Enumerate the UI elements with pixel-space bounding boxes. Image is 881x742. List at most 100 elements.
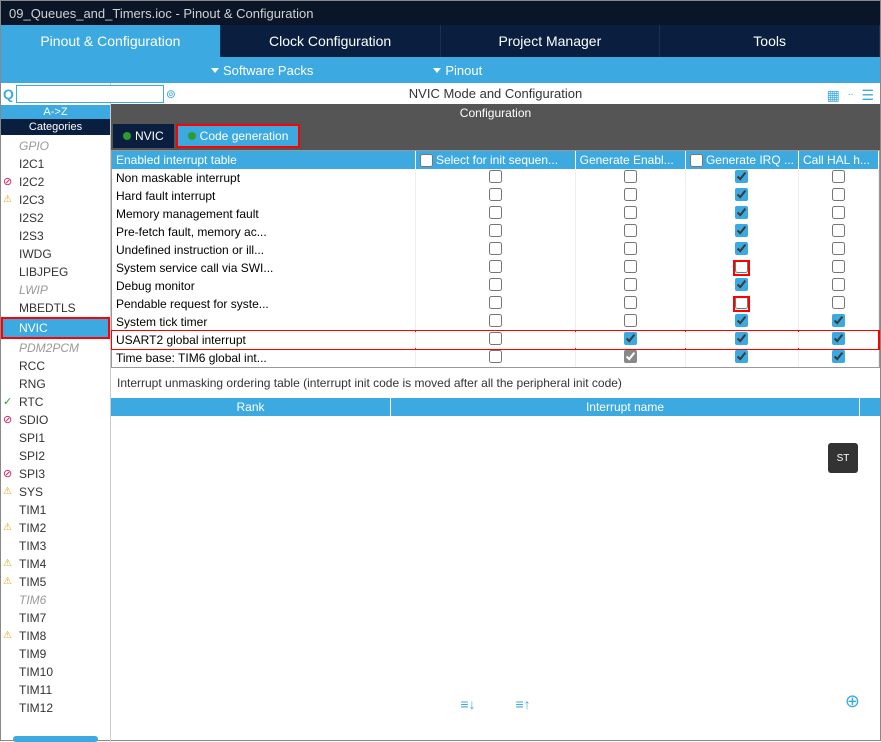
checkbox-cell[interactable] [575, 205, 685, 223]
periph-item-pdm2pcm[interactable]: PDM2PCM [1, 339, 110, 357]
checkbox[interactable] [735, 188, 748, 201]
periph-item-spi3[interactable]: SPI3 [1, 465, 110, 483]
list-view-icon[interactable]: ☰ [861, 87, 874, 104]
periph-item-sdio[interactable]: SDIO [1, 411, 110, 429]
search-icon[interactable]: Q [3, 86, 14, 102]
checkbox[interactable] [735, 224, 748, 237]
checkbox[interactable] [832, 260, 845, 273]
checkbox[interactable] [489, 296, 502, 309]
table-row[interactable]: Memory management fault [112, 205, 879, 223]
checkbox-cell[interactable] [575, 259, 685, 277]
checkbox-cell[interactable] [685, 349, 798, 367]
checkbox[interactable] [735, 260, 748, 273]
rank-col[interactable]: Rank [111, 398, 391, 416]
checkbox-cell[interactable] [799, 349, 879, 367]
checkbox[interactable] [735, 350, 748, 363]
checkbox[interactable] [832, 224, 845, 237]
table-row[interactable]: Debug monitor [112, 277, 879, 295]
inner-tab-code-generation[interactable]: Code generation [176, 124, 301, 148]
periph-item-libjpeg[interactable]: LIBJPEG [1, 263, 110, 281]
horizontal-scrollbar[interactable] [13, 736, 98, 742]
inner-tab-nvic[interactable]: NVIC [113, 124, 174, 148]
checkbox-cell[interactable] [415, 313, 575, 331]
checkbox-cell[interactable] [685, 223, 798, 241]
checkbox-cell[interactable] [575, 349, 685, 367]
table-row[interactable]: Non maskable interrupt [112, 169, 879, 187]
checkbox[interactable] [489, 332, 502, 345]
periph-item-tim9[interactable]: TIM9 [1, 645, 110, 663]
checkbox-cell[interactable] [685, 313, 798, 331]
checkbox-cell[interactable] [575, 223, 685, 241]
periph-item-nvic[interactable]: NVIC [1, 317, 110, 339]
checkbox-cell[interactable] [415, 223, 575, 241]
checkbox-cell[interactable] [685, 295, 798, 313]
checkbox-cell[interactable] [415, 169, 575, 187]
checkbox[interactable] [735, 278, 748, 291]
checkbox[interactable] [832, 296, 845, 309]
checkbox[interactable] [832, 242, 845, 255]
main-tab-pinout-configuration[interactable]: Pinout & Configuration [1, 25, 221, 57]
table-row[interactable]: Undefined instruction or ill... [112, 241, 879, 259]
checkbox-cell[interactable] [799, 295, 879, 313]
checkbox[interactable] [489, 278, 502, 291]
checkbox-cell[interactable] [799, 241, 879, 259]
checkbox[interactable] [489, 350, 502, 363]
checkbox[interactable] [489, 260, 502, 273]
checkbox-cell[interactable] [415, 241, 575, 259]
checkbox[interactable] [832, 188, 845, 201]
checkbox-cell[interactable] [685, 277, 798, 295]
checkbox[interactable] [489, 314, 502, 327]
zoom-icon[interactable]: ⊕ [845, 691, 860, 712]
checkbox-cell[interactable] [575, 241, 685, 259]
sort-desc-icon[interactable]: ≡↓ [460, 696, 475, 712]
periph-item-rcc[interactable]: RCC [1, 357, 110, 375]
table-row[interactable]: Time base: TIM6 global int... [112, 349, 879, 367]
main-tab-project-manager[interactable]: Project Manager [441, 25, 661, 57]
checkbox[interactable] [832, 350, 845, 363]
checkbox[interactable] [624, 314, 637, 327]
periph-item-spi2[interactable]: SPI2 [1, 447, 110, 465]
sort-az-tab[interactable]: A->Z [1, 105, 110, 119]
checkbox-cell[interactable] [799, 259, 879, 277]
checkbox-cell[interactable] [415, 277, 575, 295]
checkbox-cell[interactable] [799, 223, 879, 241]
checkbox[interactable] [832, 170, 845, 183]
st-chip-icon[interactable]: ST [828, 443, 858, 473]
periph-item-tim2[interactable]: TIM2 [1, 519, 110, 537]
main-tab-clock-configuration[interactable]: Clock Configuration [221, 25, 441, 57]
checkbox-cell[interactable] [575, 187, 685, 205]
checkbox[interactable] [489, 170, 502, 183]
checkbox-cell[interactable] [799, 169, 879, 187]
checkbox[interactable] [735, 170, 748, 183]
table-row[interactable]: Pendable request for syste... [112, 295, 879, 313]
checkbox-cell[interactable] [575, 295, 685, 313]
checkbox[interactable] [489, 242, 502, 255]
checkbox[interactable] [624, 170, 637, 183]
periph-item-i2c3[interactable]: I2C3 [1, 191, 110, 209]
chip-view-icon[interactable]: ▦ [827, 87, 840, 104]
checkbox[interactable] [735, 296, 748, 309]
checkbox[interactable] [832, 278, 845, 291]
categories-tab[interactable]: Categories [1, 119, 110, 135]
checkbox[interactable] [624, 224, 637, 237]
periph-item-lwip[interactable]: LWIP [1, 281, 110, 299]
periph-item-tim7[interactable]: TIM7 [1, 609, 110, 627]
checkbox-cell[interactable] [685, 205, 798, 223]
checkbox-cell[interactable] [685, 331, 798, 349]
periph-item-tim12[interactable]: TIM12 [1, 699, 110, 717]
checkbox-cell[interactable] [575, 277, 685, 295]
checkbox-cell[interactable] [685, 259, 798, 277]
main-tab-tools[interactable]: Tools [660, 25, 880, 57]
checkbox[interactable] [624, 242, 637, 255]
checkbox[interactable] [489, 188, 502, 201]
periph-item-tim5[interactable]: TIM5 [1, 573, 110, 591]
col-header[interactable]: Select for init sequen... [415, 151, 575, 169]
table-row[interactable]: USART2 global interrupt [112, 331, 879, 349]
col-header[interactable]: Generate Enabl... [575, 151, 685, 169]
checkbox[interactable] [735, 314, 748, 327]
checkbox-cell[interactable] [685, 187, 798, 205]
periph-item-sys[interactable]: SYS [1, 483, 110, 501]
checkbox-cell[interactable] [799, 205, 879, 223]
checkbox[interactable] [832, 332, 845, 345]
col-header[interactable]: Generate IRQ ... [685, 151, 798, 169]
